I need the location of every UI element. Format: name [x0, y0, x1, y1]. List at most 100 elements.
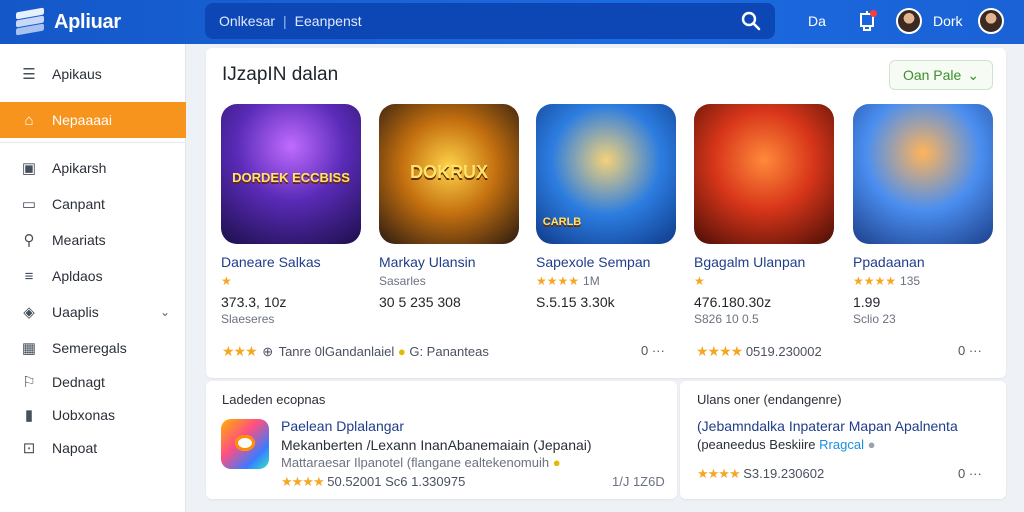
sidebar-item-box[interactable]: ⊡ Napoat — [0, 430, 186, 466]
rating-stars: ★ — [694, 274, 705, 288]
user-name[interactable]: Dork — [933, 13, 963, 29]
app-subtext: Mattaraesar Ilpanotel (flangane ealteken… — [281, 455, 561, 470]
game-price: S.5.15 3.30k — [536, 294, 615, 310]
search-crumb-2[interactable]: Eeanpenst — [295, 13, 362, 29]
topbar-link[interactable]: Da — [808, 13, 826, 29]
row-footer-left: ★★★ ⊕ Tanre 0lGandanlaiel ● G: Pananteas — [222, 343, 489, 359]
app-description: (peaneedus Beskiire Rragcal ● — [697, 437, 876, 452]
sidebar-item-apikaus[interactable]: ☰ Apikaus — [0, 56, 186, 92]
game-thumbnail[interactable]: DORDEK ECCBISS — [221, 104, 361, 244]
section-title: Ladeden ecopnas — [222, 392, 326, 407]
rating-stars: ★★★★ — [281, 474, 325, 489]
user-icon: ⚐ — [22, 374, 36, 391]
logo-icon — [14, 7, 46, 36]
chevron-down-icon: ⌄ — [967, 66, 980, 83]
row-footer-right: ★★★★ 0519.230002 — [696, 343, 822, 359]
sidebar-item-label: Semeregals — [52, 340, 127, 356]
app-rating: ★★★★ 50.52001 Sc6 1.330975 — [281, 474, 466, 489]
game-card[interactable]: Ppadaanan ★★★★ 135 1.99 Sclio 23 — [853, 104, 993, 326]
game-price: 373.3, 10z — [221, 294, 287, 310]
sidebar-item-label: Uobxonas — [52, 407, 116, 423]
search-bar[interactable]: Onlkesar | Eeanpenst — [205, 3, 775, 39]
home-icon: ⌂ — [24, 111, 34, 129]
app-logo[interactable]: Apliuar — [0, 7, 200, 36]
menu-icon: ☰ — [22, 66, 36, 83]
chevron-down-icon[interactable]: ⌄ — [160, 305, 170, 319]
search-crumb-1[interactable]: Onlkesar — [219, 13, 275, 29]
sidebar-item-label: Meariats — [52, 232, 106, 248]
game-name[interactable]: Daneare Salkas — [221, 254, 361, 270]
sidebar-item-list[interactable]: ≡ Apldaos — [0, 258, 186, 294]
thumbnail-title: DOKRUX — [409, 162, 488, 182]
chart-icon: ▮ — [24, 407, 34, 424]
game-card[interactable]: DOKRUX Markay Ulansin Sasarles 30 5 235 … — [379, 104, 519, 312]
sidebar-item-label: Dednagt — [52, 374, 105, 390]
rating-count: Sasarles — [379, 274, 426, 288]
sidebar-item-store[interactable]: ▣ Apikarsh — [0, 150, 186, 186]
search-icon[interactable] — [741, 11, 761, 31]
monitor-icon: ▭ — [21, 196, 37, 213]
game-subtext: Sclio 23 — [853, 312, 896, 326]
game-name[interactable]: Markay Ulansin — [379, 254, 519, 270]
game-name[interactable]: Sapexole Sempan — [536, 254, 676, 270]
more-options[interactable]: 0 ··· — [641, 343, 665, 358]
game-price: 1.99 — [853, 294, 881, 310]
game-price: 476.180.30z — [694, 294, 772, 310]
app-side-value: 1/J 1Z6D — [612, 474, 665, 489]
game-thumbnail[interactable]: CARLB — [536, 104, 676, 244]
sidebar-item-label: Nepaaaai — [52, 112, 112, 128]
game-thumbnail[interactable] — [853, 104, 993, 244]
sidebar-item-calendar[interactable]: ▦ Semeregals — [0, 330, 186, 366]
rating-stars: ★★★★ 135 — [853, 274, 921, 288]
list-icon: ≡ — [24, 267, 34, 285]
tag-icon: ◈ — [23, 304, 35, 321]
page-title: IJzapIN dalan — [222, 64, 339, 85]
sidebar-item-home[interactable]: ⌂ Nepaaaai — [0, 102, 186, 138]
game-thumbnail[interactable]: DOKRUX — [379, 104, 519, 244]
sidebar-item-tags[interactable]: ◈ Uaaplis ⌄ — [0, 294, 186, 330]
calendar-icon: ▦ — [21, 340, 37, 357]
sidebar-item-monitor[interactable]: ▭ Canpant — [0, 186, 186, 222]
store-icon: ▣ — [21, 160, 37, 177]
sidebar-item-chart[interactable]: ▮ Uobxonas — [0, 397, 186, 433]
game-subtext: S826 10 0.5 — [694, 312, 759, 326]
box-icon: ⊡ — [22, 440, 36, 457]
app-link[interactable]: (Jebamndalka Inpaterar Mapan Apalnenta — [697, 418, 958, 434]
app-icon[interactable] — [221, 419, 269, 469]
more-options[interactable]: 0 ··· — [958, 343, 982, 358]
search-icon: ⚲ — [23, 232, 35, 249]
sidebar-item-label: Apikaus — [52, 66, 102, 82]
crumb-separator: | — [283, 13, 287, 29]
thumbnail-title: DORDEK ECCBISS — [232, 170, 350, 185]
game-name[interactable]: Bgagalm Ulanpan — [694, 254, 834, 270]
avatar[interactable] — [896, 8, 922, 34]
filter-dropdown[interactable]: Oan Pale ⌄ — [889, 60, 993, 90]
app-rating: ★★★★ S3.19.230602 — [697, 466, 825, 481]
game-card[interactable]: CARLB Sapexole Sempan ★★★★ 1M S.5.15 3.30… — [536, 104, 676, 312]
sidebar-item-label: Uaaplis — [52, 304, 99, 320]
game-price: 30 5 235 308 — [379, 294, 461, 310]
game-card[interactable]: Bgagalm Ulanpan ★ 476.180.30z S826 10 0.… — [694, 104, 834, 326]
more-options[interactable]: 0 ··· — [958, 466, 982, 481]
section-title: Ulans oner (endangenre) — [697, 392, 842, 407]
rating-stars: ★ — [221, 274, 232, 288]
thumbnail-title: CARLB — [542, 216, 582, 228]
app-name: Apliuar — [54, 10, 121, 33]
filter-label: Oan Pale — [902, 67, 962, 83]
emoji-icon: ● — [397, 344, 406, 359]
sidebar-item-user[interactable]: ⚐ Dednagt — [0, 364, 186, 400]
profile-avatar[interactable] — [978, 8, 1004, 34]
rating-stars: ★★★★ — [696, 343, 743, 359]
notification-badge — [870, 10, 877, 17]
app-description: Mekanberten /Lexann InanAbanemaiain (Jep… — [281, 437, 592, 453]
game-card[interactable]: DORDEK ECCBISS Daneare Salkas ★ 373.3, 1… — [221, 104, 361, 326]
sidebar-item-label: Apldaos — [52, 268, 103, 284]
info-icon: ⊕ — [262, 344, 274, 359]
game-name[interactable]: Ppadaanan — [853, 254, 993, 270]
game-thumbnail[interactable] — [694, 104, 834, 244]
rating-stars: ★★★★ 1M — [536, 274, 600, 288]
sidebar-item-search[interactable]: ⚲ Meariats — [0, 222, 186, 258]
app-name[interactable]: Paelean Dplalangar — [281, 418, 404, 434]
sidebar: ☰ Apikaus ⌂ Nepaaaai ▣ Apikarsh ▭ Canpan… — [0, 44, 186, 512]
sidebar-item-label: Apikarsh — [52, 160, 107, 176]
